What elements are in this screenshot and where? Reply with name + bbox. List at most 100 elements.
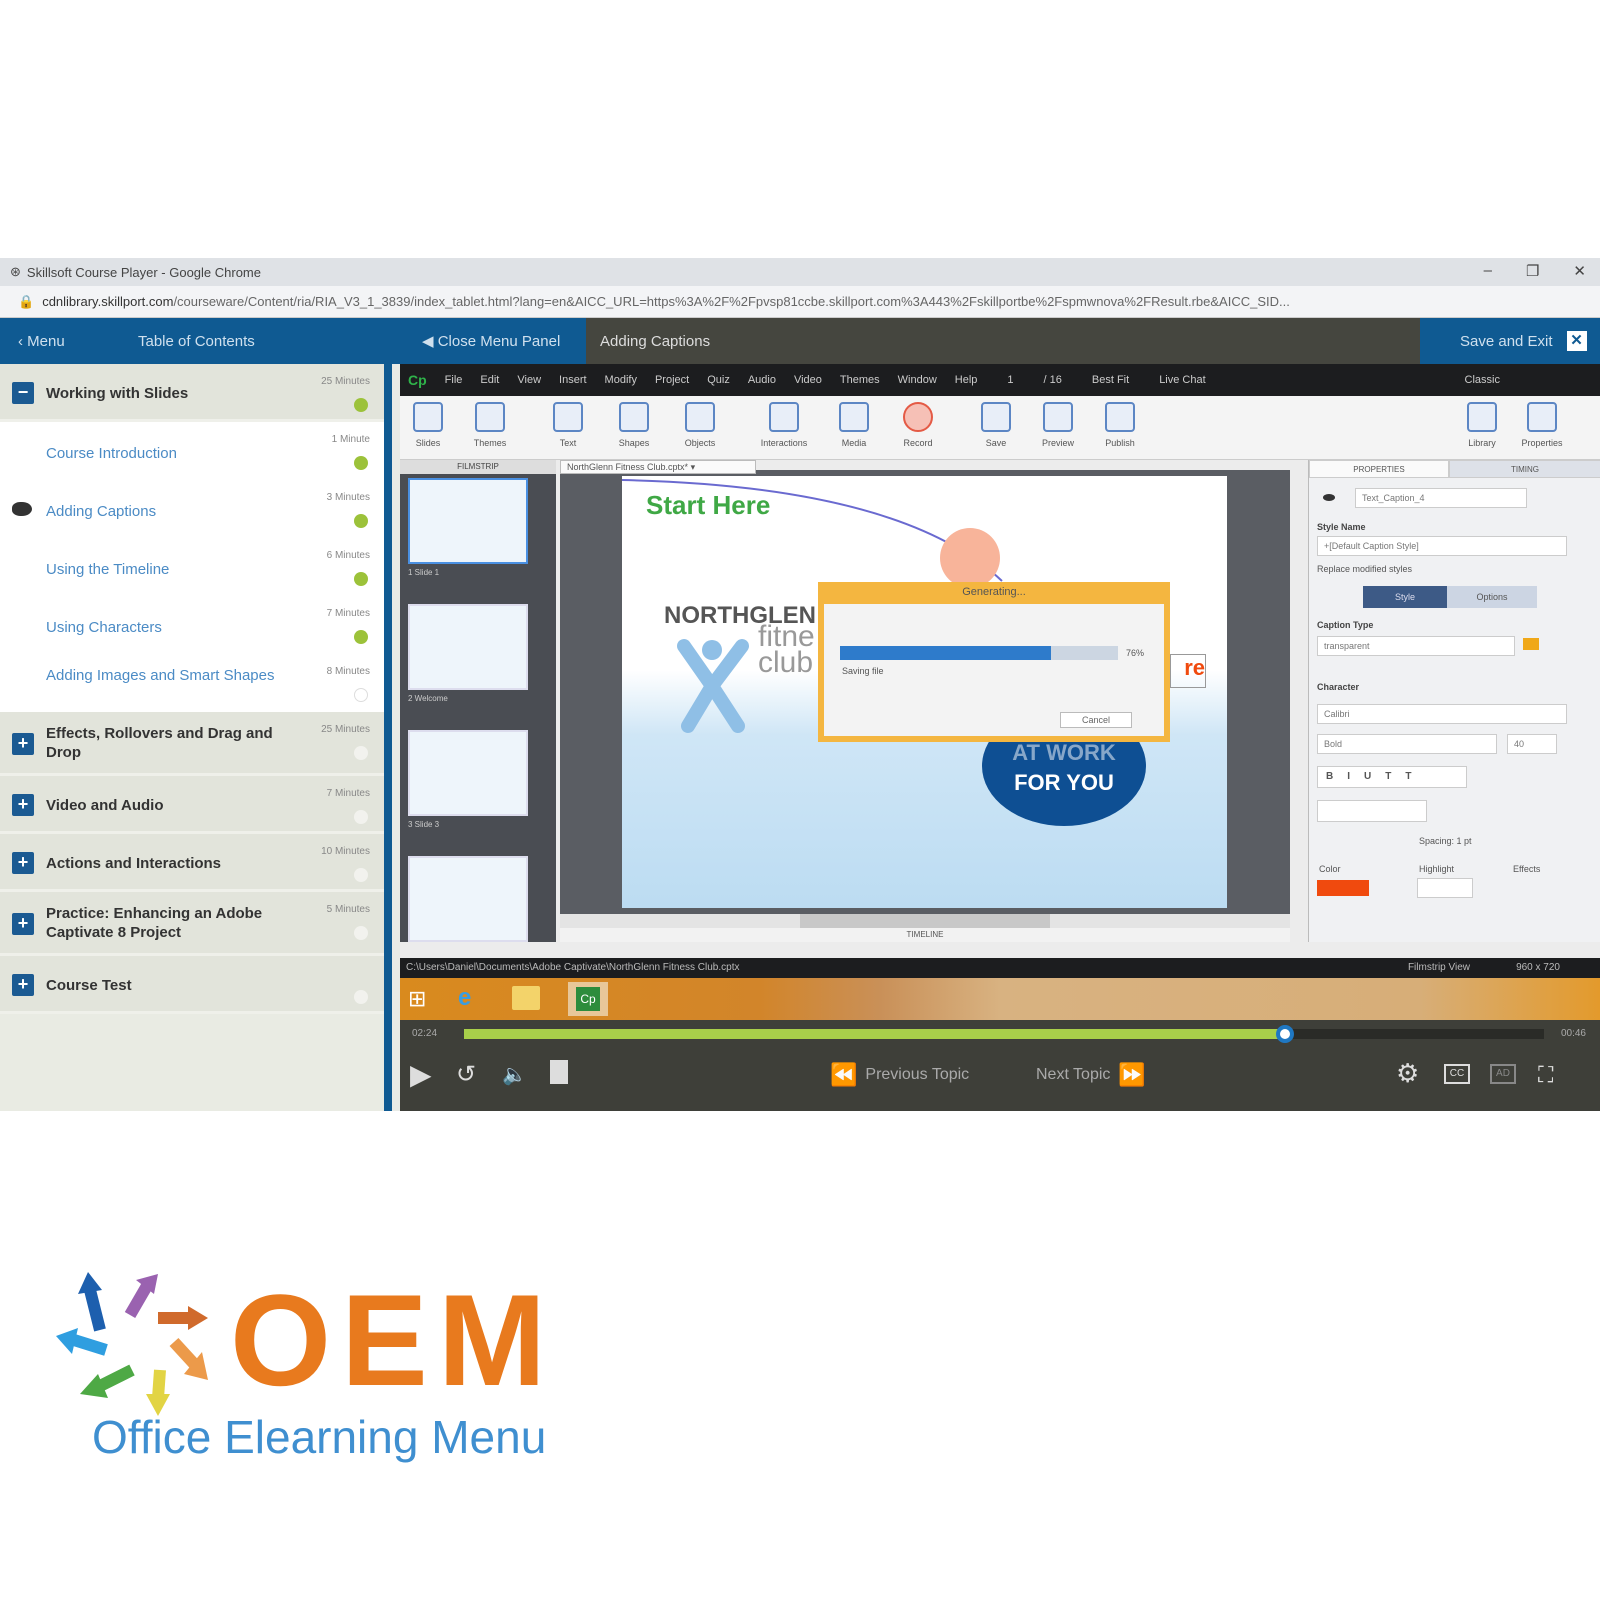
live-chat[interactable]: Live Chat [1159, 374, 1205, 386]
closed-captions-icon[interactable]: CC [1444, 1064, 1470, 1084]
menu-file[interactable]: File [445, 374, 463, 386]
seek-bar[interactable] [464, 1025, 1544, 1043]
ribbon-record-button[interactable]: Record [890, 402, 946, 448]
slide-thumbnail[interactable] [408, 604, 528, 690]
status-icon [354, 398, 368, 412]
rewind-10-icon[interactable]: ↺ [456, 1060, 476, 1089]
ribbon-preview-button[interactable]: Preview [1030, 402, 1086, 448]
text-format-buttons[interactable]: BIUTT [1317, 766, 1467, 788]
ribbon-shapes-button[interactable]: Shapes [606, 402, 662, 448]
toc-topic[interactable]: Adding Images and Smart Shapes 8 Minutes [0, 654, 384, 712]
font-select[interactable]: Calibri [1317, 704, 1567, 724]
menu-help[interactable]: Help [955, 374, 978, 386]
volume-icon[interactable]: 🔈 [502, 1062, 527, 1087]
ribbon-save-button[interactable]: Save [968, 402, 1024, 448]
highlight-swatch[interactable] [1417, 878, 1473, 898]
transcript-icon[interactable] [550, 1060, 568, 1084]
font-style-select[interactable]: Bold [1317, 734, 1497, 754]
workspace-select[interactable]: Classic [1465, 374, 1500, 386]
page[interactable]: 1 [1007, 374, 1013, 386]
pink-circle [940, 528, 1000, 588]
close-menu-panel-button[interactable]: ◀ Close Menu Panel [422, 318, 560, 364]
visibility-eye-icon[interactable] [1323, 494, 1335, 501]
dialog-cancel-button[interactable]: Cancel [1060, 712, 1132, 728]
document-tab[interactable]: NorthGlenn Fitness Club.cptx* ▾ [560, 460, 756, 474]
toc-section[interactable]: + Effects, Rollovers and Drag and Drop 25 … [0, 712, 384, 776]
previous-topic-button[interactable]: ⏪ Previous Topic [830, 1062, 969, 1088]
windows-start-icon[interactable]: ⊞ [408, 986, 426, 1012]
menu-video[interactable]: Video [794, 374, 822, 386]
restore-icon[interactable]: ❐ [1526, 262, 1539, 280]
tab-properties[interactable]: PROPERTIES [1309, 460, 1449, 478]
toc-topic[interactable]: Adding Captions 3 Minutes [0, 480, 384, 538]
file-explorer-icon[interactable] [512, 986, 540, 1010]
stage-hscroll[interactable] [560, 914, 1290, 928]
toc-section[interactable]: − Working with Slides 25 Minutes [0, 364, 384, 422]
ribbon-slides-button[interactable]: Slides [400, 402, 456, 448]
timeline-label[interactable]: TIMELINE [560, 928, 1290, 942]
minimize-icon[interactable]: – [1484, 262, 1492, 280]
internet-explorer-icon[interactable]: e [458, 984, 471, 1012]
replace-styles-checkbox[interactable]: Replace modified styles [1317, 564, 1412, 574]
toc-section[interactable]: + Course Test [0, 956, 384, 1014]
expand-icon[interactable]: + [12, 794, 34, 816]
text-color-swatch[interactable] [1317, 880, 1369, 896]
menu-button[interactable]: ‹ Menu [18, 318, 65, 364]
close-icon[interactable]: ✕ [1573, 262, 1586, 280]
fit-select[interactable]: Best Fit [1092, 374, 1129, 386]
expand-icon[interactable]: + [12, 974, 34, 996]
menu-quiz[interactable]: Quiz [707, 374, 730, 386]
toc-topic[interactable]: Using the Timeline 6 Minutes [0, 538, 384, 596]
folder-icon[interactable] [1523, 638, 1539, 650]
menu-project[interactable]: Project [655, 374, 689, 386]
menu-edit[interactable]: Edit [480, 374, 499, 386]
tab-timing[interactable]: TIMING [1449, 460, 1600, 478]
menu-insert[interactable]: Insert [559, 374, 587, 386]
page-total[interactable]: / 16 [1044, 374, 1062, 386]
toc-topic[interactable]: Course Introduction 1 Minute [0, 422, 384, 480]
address-bar[interactable]: 🔒 cdnlibrary.skillport.com/courseware/Co… [0, 286, 1600, 318]
expand-icon[interactable]: + [12, 733, 34, 755]
selected-caption[interactable]: re [1170, 654, 1206, 688]
ribbon-label: Interactions [760, 438, 808, 448]
fullscreen-icon[interactable]: ⛶ [1538, 1062, 1553, 1088]
toc-section[interactable]: + Practice: Enhancing an Adobe Captivate … [0, 892, 384, 956]
ribbon-themes-button[interactable]: Themes [462, 402, 518, 448]
subtab-options[interactable]: Options [1447, 586, 1537, 608]
next-topic-button[interactable]: Next Topic ⏩ [1036, 1062, 1146, 1088]
slide-thumbnail[interactable] [408, 856, 528, 942]
menu-modify[interactable]: Modify [605, 374, 637, 386]
font-size-input[interactable]: 40 [1507, 734, 1557, 754]
style-name-select[interactable]: +[Default Caption Style] [1317, 536, 1567, 556]
ribbon-library-button[interactable]: Library [1454, 402, 1510, 448]
menu-view[interactable]: View [517, 374, 541, 386]
slide-thumbnail[interactable] [408, 730, 528, 816]
caption-type-select[interactable]: transparent [1317, 636, 1515, 656]
object-name-input[interactable]: Text_Caption_4 [1355, 488, 1527, 508]
menu-audio[interactable]: Audio [748, 374, 776, 386]
toc-section[interactable]: + Video and Audio 7 Minutes [0, 776, 384, 834]
text-icon [553, 402, 583, 432]
ribbon-properties-button[interactable]: Properties [1514, 402, 1570, 448]
menu-themes[interactable]: Themes [840, 374, 880, 386]
expand-icon[interactable]: + [12, 852, 34, 874]
toc-section[interactable]: + Actions and Interactions 10 Minutes [0, 834, 384, 892]
align-buttons[interactable] [1317, 800, 1427, 822]
captivate-taskbar-icon[interactable]: Cp [568, 982, 608, 1016]
ribbon-text-button[interactable]: Text [540, 402, 596, 448]
slide-thumbnail[interactable] [408, 478, 528, 564]
audio-description-icon[interactable]: AD [1490, 1064, 1516, 1084]
ribbon-interactions-button[interactable]: Interactions [756, 402, 812, 448]
toc-topic[interactable]: Using Characters 7 Minutes [0, 596, 384, 654]
expand-icon[interactable]: + [12, 913, 34, 935]
menu-window[interactable]: Window [898, 374, 937, 386]
style-name-label: Style Name [1317, 522, 1366, 532]
ribbon-objects-button[interactable]: Objects [672, 402, 728, 448]
save-exit-button[interactable]: Save and Exit ✕ [1460, 318, 1587, 364]
settings-gear-icon[interactable]: ⚙ [1396, 1058, 1419, 1089]
ribbon-media-button[interactable]: Media [826, 402, 882, 448]
play-icon[interactable]: ▶ [410, 1058, 432, 1091]
subtab-style[interactable]: Style [1363, 586, 1447, 608]
ribbon-publish-button[interactable]: Publish [1092, 402, 1148, 448]
collapse-icon[interactable]: − [12, 382, 34, 404]
